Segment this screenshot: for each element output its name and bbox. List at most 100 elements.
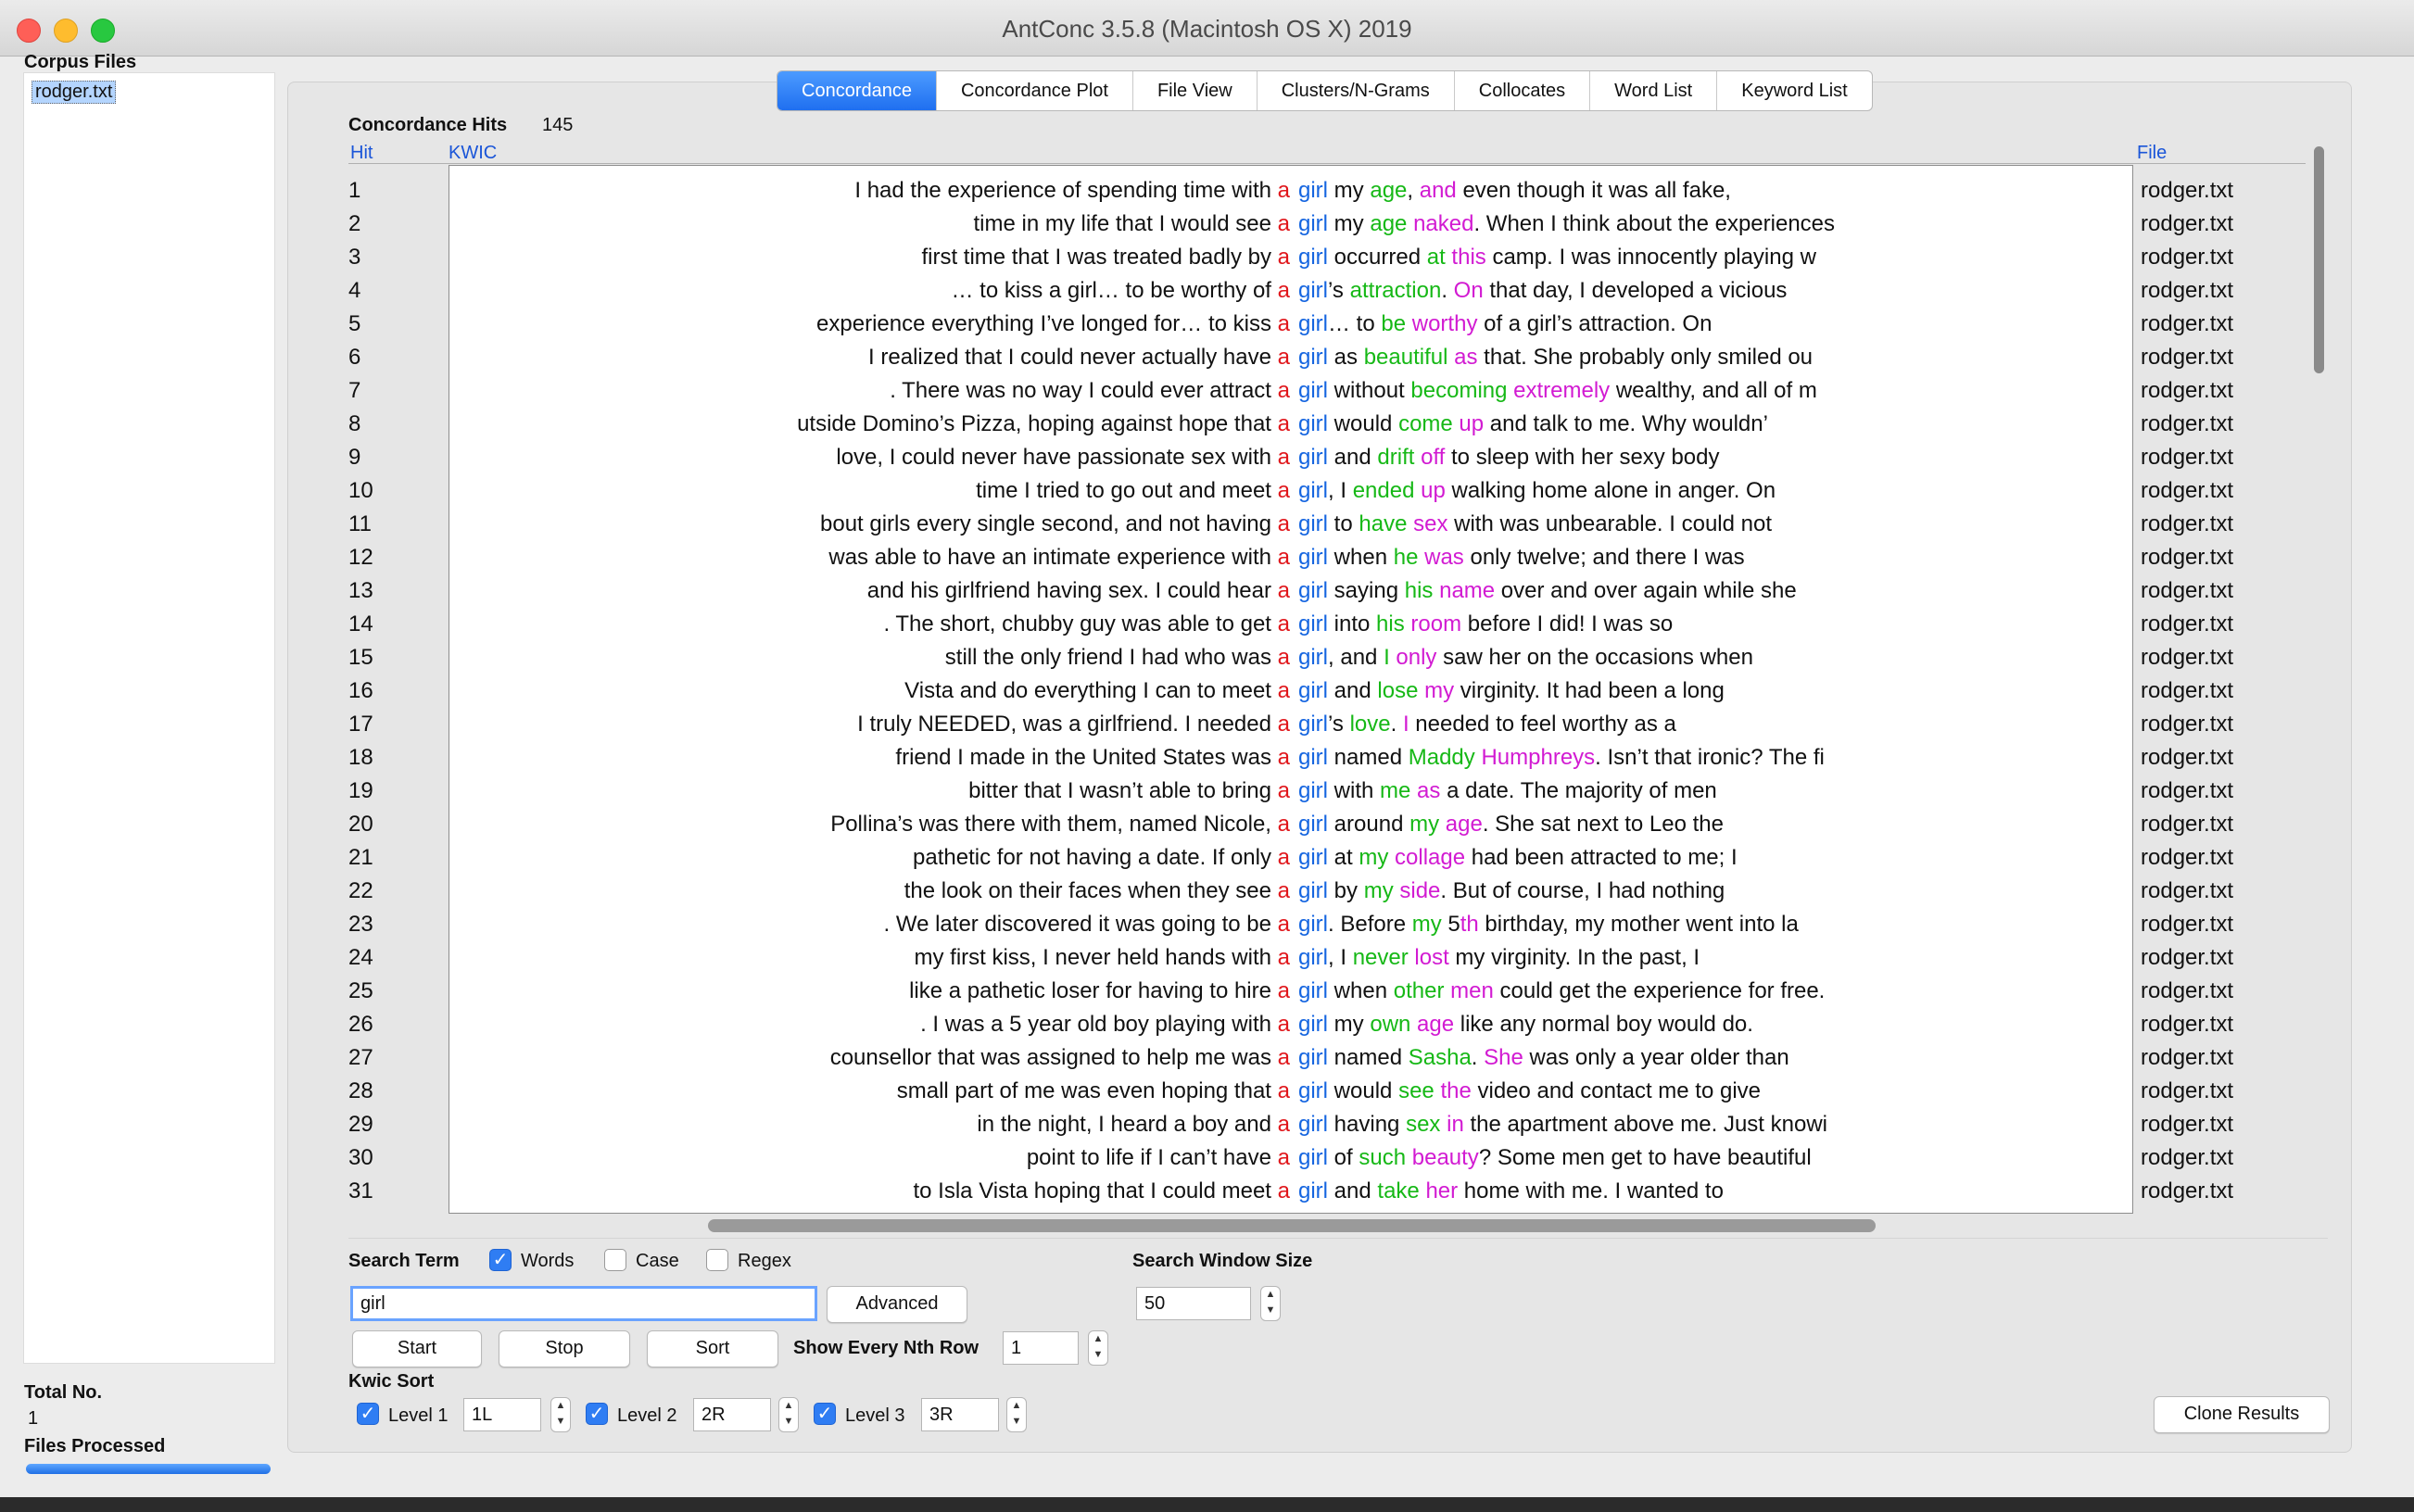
right-context-segment: age: [1417, 1012, 1455, 1037]
keyword: girl: [1298, 678, 1329, 703]
nth-row-stepper[interactable]: ▲ ▼: [1088, 1330, 1108, 1366]
kwic-keyword-and-right-context: girl’s attraction. On that day, I develo…: [1298, 274, 1787, 308]
kwic-row[interactable]: point to life if I can’t have a girl of s…: [449, 1141, 2132, 1175]
kwic-row[interactable]: counsellor that was assigned to help me …: [449, 1041, 2132, 1075]
nth-row-input[interactable]: [1003, 1331, 1079, 1365]
kwic-row[interactable]: bitter that I wasn’t able to bring a girl…: [449, 775, 2132, 808]
right-context-segment: sex: [1413, 511, 1448, 536]
hit-number: 27: [348, 1045, 373, 1070]
tab-concordance-plot[interactable]: Concordance Plot: [937, 71, 1133, 110]
tab-concordance[interactable]: Concordance: [777, 71, 937, 110]
kwic-row[interactable]: was able to have an intimate experience …: [449, 541, 2132, 574]
kwic-row[interactable]: like a pathetic loser for having to hire…: [449, 975, 2132, 1008]
kwic-row[interactable]: . The short, chubby guy was able to get …: [449, 608, 2132, 641]
clone-results-button[interactable]: Clone Results: [2154, 1396, 2330, 1433]
title-bar: AntConc 3.5.8 (Macintosh OS X) 2019: [0, 0, 2414, 57]
hit-column-header[interactable]: Hit: [350, 143, 373, 164]
kwic-row[interactable]: first time that I was treated badly by a…: [449, 241, 2132, 274]
left-context-text: experience everything I’ve longed for… t…: [816, 311, 1278, 336]
level1-input[interactable]: [463, 1398, 541, 1431]
file-name-cell: rodger.txt: [2141, 211, 2234, 236]
corpus-files-list[interactable]: rodger.txt: [23, 72, 275, 1364]
level2-stepper[interactable]: ▲ ▼: [778, 1397, 799, 1432]
kwic-results-pane[interactable]: I had the experience of spending time wi…: [449, 165, 2133, 1214]
search-window-size-input[interactable]: [1136, 1287, 1251, 1320]
advanced-button[interactable]: Advanced: [827, 1286, 967, 1323]
right-context-segment: occurred: [1328, 245, 1427, 270]
kwic-row[interactable]: to Isla Vista hoping that I could meet a…: [449, 1175, 2132, 1208]
window-size-stepper[interactable]: ▲ ▼: [1260, 1286, 1281, 1321]
level3-stepper[interactable]: ▲ ▼: [1006, 1397, 1027, 1432]
kwic-row[interactable]: Vista and do everything I can to meet ag…: [449, 674, 2132, 708]
kwic-keyword-and-right-context: girl would see the video and contact me …: [1298, 1075, 1761, 1108]
level2-checkbox[interactable]: ✓: [586, 1403, 608, 1425]
kwic-row[interactable]: . There was no way I could ever attract …: [449, 374, 2132, 408]
left-context-text: time in my life that I would see: [973, 211, 1278, 236]
kwic-row[interactable]: my first kiss, I never held hands with a…: [449, 941, 2132, 975]
sort-button[interactable]: Sort: [647, 1330, 778, 1367]
vertical-scroll-thumb[interactable]: [2314, 146, 2324, 373]
kwic-row[interactable]: pathetic for not having a date. If only …: [449, 841, 2132, 875]
level3-input[interactable]: [921, 1398, 999, 1431]
tab-keyword-list[interactable]: Keyword List: [1717, 71, 1872, 110]
right-context-segment: . Isn’t that ironic? The fi: [1595, 745, 1825, 770]
right-context-segment: me: [1380, 778, 1411, 803]
kwic-row[interactable]: . We later discovered it was going to be…: [449, 908, 2132, 941]
file-name-cell: rodger.txt: [2141, 311, 2234, 336]
kwic-keyword-and-right-context: girl my own age like any normal boy woul…: [1298, 1008, 1753, 1041]
right-context: with me as a date. The majority of men: [1328, 778, 1717, 803]
kwic-row[interactable]: utside Domino’s Pizza, hoping against ho…: [449, 408, 2132, 441]
keyword: girl: [1298, 445, 1329, 470]
left-context-text: friend I made in the United States was: [895, 745, 1278, 770]
kwic-row[interactable]: time I tried to go out and meet a girl, I…: [449, 474, 2132, 508]
level1-checkbox[interactable]: ✓: [357, 1403, 379, 1425]
level2-input[interactable]: [693, 1398, 771, 1431]
kwic-row[interactable]: love, I could never have passionate sex …: [449, 441, 2132, 474]
hit-number-column: 1 2 3 4 5 6 7 8 9 10 11 12 13 14 15 16 17 18 19 20 21 22 23 24 2…: [348, 174, 441, 1208]
start-button[interactable]: Start: [352, 1330, 482, 1367]
right-context-segment: beautiful: [1363, 345, 1448, 370]
kwic-row[interactable]: experience everything I’ve longed for… t…: [449, 308, 2132, 341]
tab-word-list[interactable]: Word List: [1590, 71, 1718, 110]
kwic-row[interactable]: bout girls every single second, and not …: [449, 508, 2132, 541]
search-term-input[interactable]: [350, 1286, 817, 1321]
tab-collocates[interactable]: Collocates: [1455, 71, 1591, 110]
right-context-segment: I: [1384, 645, 1390, 670]
left-context-text: Vista and do everything I can to meet: [904, 678, 1278, 703]
kwic-row[interactable]: I realized that I could never actually h…: [449, 341, 2132, 374]
level1-stepper[interactable]: ▲ ▼: [550, 1397, 571, 1432]
kwic-row[interactable]: … to kiss a girl… to be worthy of a girl’…: [449, 274, 2132, 308]
kwic-row[interactable]: I had the experience of spending time wi…: [449, 174, 2132, 208]
corpus-file-item[interactable]: rodger.txt: [32, 81, 117, 104]
level3-checkbox[interactable]: ✓: [814, 1403, 836, 1425]
kwic-row[interactable]: and his girlfriend having sex. I could h…: [449, 574, 2132, 608]
keyword: girl: [1298, 411, 1329, 436]
kwic-row[interactable]: still the only friend I had who was a gir…: [449, 641, 2132, 674]
kwic-row[interactable]: small part of me was even hoping that ag…: [449, 1075, 2132, 1108]
search-window-size-label: Search Window Size: [1132, 1251, 1313, 1271]
hit-number: 6: [348, 345, 361, 370]
kwic-column-header[interactable]: KWIC: [449, 143, 497, 164]
keyword: girl: [1298, 478, 1329, 503]
case-checkbox[interactable]: [604, 1249, 626, 1271]
kwic-row[interactable]: I truly NEEDED, was a girlfriend. I need…: [449, 708, 2132, 741]
keyword: girl: [1298, 311, 1329, 336]
kwic-keyword-and-right-context: girl. Before my 5th birthday, my mother …: [1298, 908, 1799, 941]
tab-file-view[interactable]: File View: [1133, 71, 1258, 110]
kwic-row[interactable]: . I was a 5 year old boy playing with ag…: [449, 1008, 2132, 1041]
kwic-row[interactable]: friend I made in the United States was a…: [449, 741, 2132, 775]
kwic-row[interactable]: Pollina’s was there with them, named Nic…: [449, 808, 2132, 841]
stop-button[interactable]: Stop: [499, 1330, 630, 1367]
words-checkbox[interactable]: ✓: [489, 1249, 512, 1271]
kwic-row[interactable]: the look on their faces when they see ag…: [449, 875, 2132, 908]
horizontal-scroll-thumb[interactable]: [708, 1219, 1876, 1232]
file-column-header[interactable]: File: [2137, 143, 2167, 164]
kwic-row[interactable]: time in my life that I would see a girl m…: [449, 208, 2132, 241]
right-context: when other men could get the experience …: [1328, 978, 1826, 1003]
regex-checkbox[interactable]: [706, 1249, 728, 1271]
kwic-row[interactable]: in the night, I heard a boy and a girl ha…: [449, 1108, 2132, 1141]
right-context: by my side. But of course, I had nothing: [1328, 878, 1725, 903]
right-context: my age naked. When I think about the exp…: [1328, 211, 1835, 236]
right-context-segment: ? Some men get to have beautiful: [1478, 1145, 1812, 1170]
tab-clusters-ngrams[interactable]: Clusters/N-Grams: [1258, 71, 1455, 110]
